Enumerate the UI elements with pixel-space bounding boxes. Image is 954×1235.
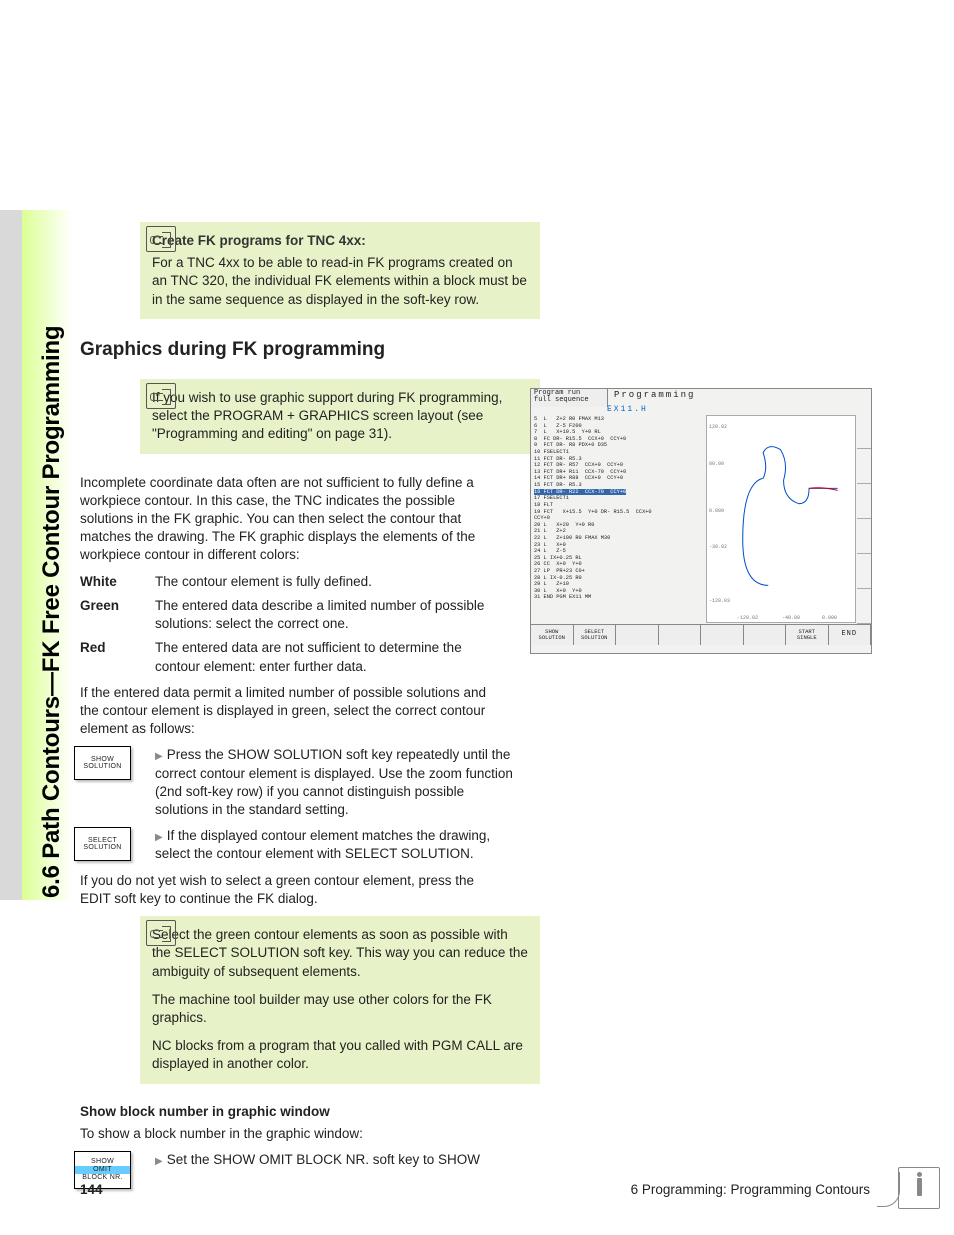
caret-icon: ▶ [155,751,163,762]
color-legend-table: White The contour element is fully defin… [80,573,510,676]
ss-nc-program: 5 L Z+2 R0 FMAX M13 6 L Z-5 F200 7 L X+1… [531,414,705,624]
footer-corner-line [877,1172,900,1207]
softkey-instruction: ▶Press the SHOW SOLUTION soft key repeat… [155,746,520,819]
softkey-show-solution[interactable]: SHOW SOLUTION [74,746,131,780]
softkey-instruction: ▶Set the SHOW OMIT BLOCK NR. soft key to… [155,1151,520,1169]
softkey-line: SOLUTION [75,763,130,771]
note-line: Select the green contour elements as soo… [152,926,528,981]
caret-icon: ▶ [155,832,163,843]
softkey-line: SELECT [75,837,130,845]
sidebar-section-tab: 6.6 Path Contours—FK Free Contour Progra… [0,210,72,900]
note-box-select-green: Select the green contour elements as soo… [140,916,540,1084]
ss-sk-end[interactable]: END [829,625,872,645]
note-box-graphics-layout: If you wish to use graphic support durin… [140,379,540,454]
ss-sk-empty [701,625,744,645]
paragraph: If the entered data permit a limited num… [80,684,500,739]
section-title-vertical: 6.6 Path Contours—FK Free Contour Progra… [38,326,66,898]
paragraph: If you do not yet wish to select a green… [80,872,500,908]
chapter-label: 6 Programming: Programming Contours [631,1182,870,1197]
softkey-line: BLOCK NR. [75,1174,130,1182]
softkey-line: SHOW [75,1158,130,1166]
caret-icon: ▶ [155,1156,163,1167]
ss-sk-select-solution[interactable]: SELECTSOLUTION [574,625,617,645]
page-footer: 144 6 Programming: Programming Contours [80,1182,870,1197]
color-label: Green [80,597,155,633]
note-icon [146,226,176,252]
note-body: For a TNC 4xx to be able to read-in FK p… [152,254,528,309]
paragraph: To show a block number in the graphic wi… [80,1125,500,1143]
note-title: Create FK programs for TNC 4xx: [152,232,528,250]
ss-sk-empty [616,625,659,645]
heading-show-block-nr: Show block number in graphic window [80,1104,870,1119]
note-box-tnc4xx: Create FK programs for TNC 4xx: For a TN… [140,222,540,319]
softkey-select-solution[interactable]: SELECT SOLUTION [74,827,131,861]
note-line: NC blocks from a program that you called… [152,1037,528,1073]
note-body: If you wish to use graphic support durin… [152,389,528,444]
note-icon [146,920,176,946]
ss-sk-empty [659,625,702,645]
note-line: The machine tool builder may use other c… [152,991,528,1027]
ss-softkey-row: SHOWSOLUTION SELECTSOLUTION STARTSINGLE … [531,624,871,645]
ss-highlighted-block: 16 FCT DR- R22 CCX-70 CCY+0 [534,489,626,495]
page-number: 144 [80,1182,103,1197]
ss-mode-header: Program run full sequence Programming [531,389,871,407]
info-icon [898,1167,940,1209]
sidebar-gray-strip [0,210,22,900]
color-desc: The contour element is fully defined. [155,573,510,591]
paragraph: Incomplete coordinate data often are not… [80,474,500,565]
note-icon [146,383,176,409]
ss-mode-left-l2: full sequence [534,397,604,404]
color-desc: The entered data describe a limited numb… [155,597,510,633]
contour-svg [707,416,855,622]
softkey-line-highlighted: OMIT [75,1166,130,1174]
softkey-line: SHOW [75,756,130,764]
ss-fk-graphic: 120.02 80.00 0.000 -30.02 -120.03 -120.0… [706,415,856,623]
color-label: Red [80,639,155,675]
ss-sk-show-solution[interactable]: SHOWSOLUTION [531,625,574,645]
tnc-screenshot: Program run full sequence Programming EX… [530,388,872,654]
heading-graphics-fk: Graphics during FK programming [80,339,870,361]
ss-sk-empty [744,625,787,645]
color-desc: The entered data are not sufficient to d… [155,639,510,675]
softkey-instruction: ▶If the displayed contour element matche… [155,827,520,863]
ss-right-sidebar [857,414,871,624]
ss-sk-start-single[interactable]: STARTSINGLE [786,625,829,645]
color-label: White [80,573,155,591]
softkey-line: SOLUTION [75,844,130,852]
